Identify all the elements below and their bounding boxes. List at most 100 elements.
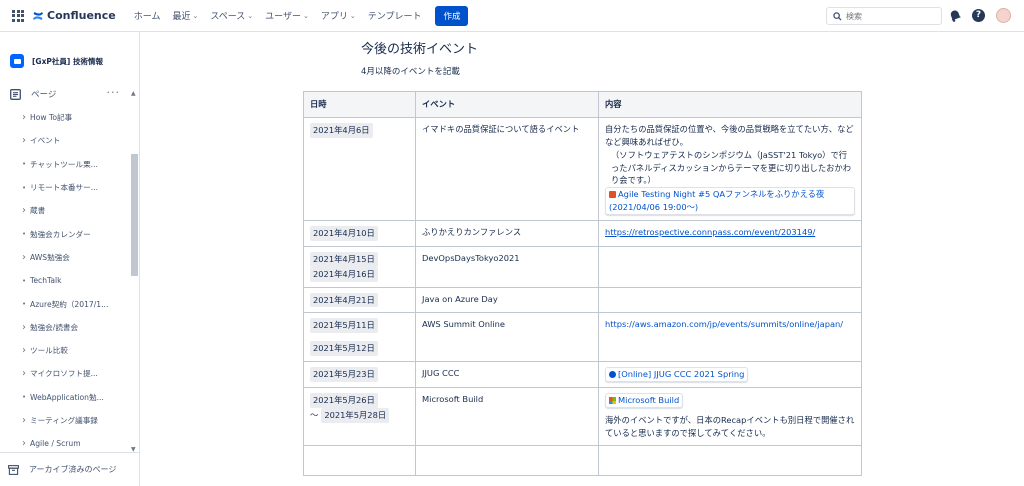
chevron-right-icon[interactable]: › <box>22 252 30 263</box>
sidebar-tree-item[interactable]: › 勉強会/読書会 <box>0 316 130 339</box>
date-lozenge: 2021年5月23日 <box>310 367 378 383</box>
sidebar-tree-item[interactable]: • リモート本番サー... <box>0 176 130 199</box>
chevron-right-icon[interactable]: › <box>22 368 30 379</box>
sidebar-tree-item-label: チャットツール栗... <box>30 159 98 169</box>
table-row: 2021年5月23日 JJUG CCC [Online] JJUG CCC 20… <box>303 361 862 389</box>
sidebar-tree-item[interactable]: • 勉強会カレンダー <box>0 222 130 245</box>
chevron-right-icon[interactable]: › <box>22 438 30 449</box>
chevron-right-icon[interactable]: › <box>22 112 30 123</box>
search-input[interactable] <box>846 11 936 21</box>
scroll-up-icon[interactable]: ▲ <box>131 90 136 97</box>
nav-recent[interactable]: 最近 ⌄ <box>166 9 204 23</box>
sidebar-tree-item-label: マイクロソフト提... <box>30 369 98 379</box>
chevron-right-icon[interactable]: › <box>22 135 30 146</box>
more-options-icon[interactable]: ··· <box>107 86 121 99</box>
card-label: Microsoft Build <box>618 395 680 406</box>
chevron-down-icon: ⌄ <box>192 11 199 20</box>
sidebar-tree-item[interactable]: › ツール比較 <box>0 339 130 362</box>
sidebar-tree-item[interactable]: › マイクロソフト提... <box>0 362 130 385</box>
connpass-favicon-icon <box>609 191 616 199</box>
archived-pages-link[interactable]: アーカイブ済みのページ <box>0 452 140 486</box>
archive-label: アーカイブ済みのページ <box>29 465 117 474</box>
nav-home[interactable]: ホーム <box>128 9 167 22</box>
pages-icon <box>10 88 21 100</box>
nav-users[interactable]: ユーザー ⌄ <box>259 9 315 23</box>
bullet-icon: • <box>22 160 27 169</box>
event-cell: JJUG CCC <box>415 361 599 389</box>
jjug-favicon-icon <box>609 371 616 379</box>
bullet-icon: • <box>22 300 27 309</box>
user-avatar[interactable] <box>996 8 1011 23</box>
bullet-icon: • <box>22 276 27 285</box>
search-box[interactable] <box>826 7 942 25</box>
event-url-link[interactable]: https://retrospective.connpass.com/event… <box>605 227 815 237</box>
space-header[interactable]: [GxP社員] 技術情報 <box>10 54 103 68</box>
chevron-right-icon[interactable]: › <box>22 345 30 356</box>
sidebar-tree-item[interactable]: › イベント <box>0 129 130 152</box>
date-lozenge: 2021年5月28日 <box>321 407 390 423</box>
pages-label: ページ <box>31 90 57 100</box>
table-row <box>303 444 862 476</box>
pages-section[interactable]: ページ ··· <box>10 86 130 100</box>
date-cell: 2021年5月26日～ 2021年5月28日 <box>303 387 416 446</box>
sidebar-tree-item[interactable]: • Azure契約（2017/1... <box>0 292 130 315</box>
confluence-logo[interactable]: Confluence <box>32 9 116 22</box>
event-link-card[interactable]: Microsoft Build <box>605 393 684 408</box>
column-header-date: 日時 <box>303 91 416 118</box>
sidebar-tree-item[interactable]: • WebApplication勉... <box>0 386 130 409</box>
event-cell <box>415 444 599 476</box>
help-icon[interactable]: ? <box>972 9 985 22</box>
chevron-right-icon[interactable]: › <box>22 322 30 333</box>
content-cell: [Online] JJUG CCC 2021 Spring <box>598 361 862 389</box>
sidebar-tree-item[interactable]: › AWS勉強会 <box>0 246 130 269</box>
notification-bell-icon[interactable] <box>949 9 961 22</box>
column-header-event: イベント <box>415 91 599 118</box>
table-header-row: 日時 イベント 内容 <box>303 91 862 118</box>
event-cell: ふりかえりカンファレンス <box>415 220 599 247</box>
space-icon <box>10 54 24 68</box>
create-button[interactable]: 作成 <box>435 5 469 26</box>
event-cell: Microsoft Build <box>415 387 599 446</box>
scrollbar-thumb[interactable] <box>131 154 138 276</box>
chevron-right-icon[interactable]: › <box>22 205 30 216</box>
sidebar-tree-item[interactable]: › ミーティング議事録 <box>0 409 130 432</box>
card-label: Agile Testing Night #5 QAファンネルをふりかえる夜 (2… <box>609 189 825 213</box>
sidebar-tree-item[interactable]: › 蔵書 <box>0 199 130 222</box>
microsoft-logo-icon <box>609 397 616 405</box>
date-lozenge: 2021年5月11日 <box>310 318 378 334</box>
date-cell: 2021年4月10日 <box>303 220 416 247</box>
date-lozenge: 2021年4月15日 <box>310 251 378 267</box>
card-label: [Online] JJUG CCC 2021 Spring <box>618 369 745 380</box>
main-nav: ホーム 最近 ⌄ スペース ⌄ ユーザー ⌄ アプリ ⌄ テンプレート <box>128 9 428 23</box>
date-lozenge: 2021年4月10日 <box>310 226 378 241</box>
nav-apps[interactable]: アプリ ⌄ <box>315 9 362 23</box>
app-switcher-icon[interactable] <box>12 9 24 22</box>
top-navigation: Confluence ホーム 最近 ⌄ スペース ⌄ ユーザー ⌄ アプリ ⌄ テンプレ… <box>0 0 1024 32</box>
sidebar-tree-item-label: ツール比較 <box>30 346 68 356</box>
chevron-right-icon[interactable]: › <box>22 415 30 426</box>
space-name: [GxP社員] 技術情報 <box>32 56 103 66</box>
event-link-card[interactable]: Agile Testing Night #5 QAファンネルをふりかえる夜 (2… <box>605 187 855 216</box>
sidebar-tree-item-label: WebApplication勉... <box>30 392 104 402</box>
sidebar-tree-item-label: 蔵書 <box>30 206 46 216</box>
content-cell: 自分たちの品質保証の位置や、今後の品質戦略を立てたい方、などなど興味あればぜひ。… <box>598 116 862 222</box>
nav-templates[interactable]: テンプレート <box>362 9 428 22</box>
event-url-text[interactable]: https://aws.amazon.com/jp/events/summits… <box>605 319 843 329</box>
events-table: 日時 イベント 内容 2021年4月6日 イマドキの品質保証について語るイベント… <box>303 91 862 476</box>
date-cell: 2021年4月21日 <box>303 286 416 314</box>
sidebar-tree-item[interactable]: • チャットツール栗... <box>0 153 130 176</box>
sidebar-tree-item-label: AWS勉強会 <box>30 252 70 262</box>
sidebar-tree-item[interactable]: › How To記事 <box>0 106 130 129</box>
archive-icon <box>8 464 19 475</box>
event-link-card[interactable]: [Online] JJUG CCC 2021 Spring <box>605 367 749 383</box>
nav-spaces[interactable]: スペース ⌄ <box>204 9 259 23</box>
sidebar-tree-item-label: イベント <box>30 136 61 146</box>
content-cell <box>598 444 862 476</box>
sidebar-tree-item-label: ミーティング議事録 <box>30 416 98 425</box>
content-cell: https://retrospective.connpass.com/event… <box>598 220 862 247</box>
bullet-icon: • <box>22 230 27 239</box>
sidebar-scrollbar[interactable]: ▲ ▼ <box>131 90 138 457</box>
page-subtitle: 4月以降のイベントを記載 <box>361 67 460 77</box>
sidebar-tree-item[interactable]: • TechTalk <box>0 269 130 292</box>
confluence-icon <box>33 11 43 20</box>
